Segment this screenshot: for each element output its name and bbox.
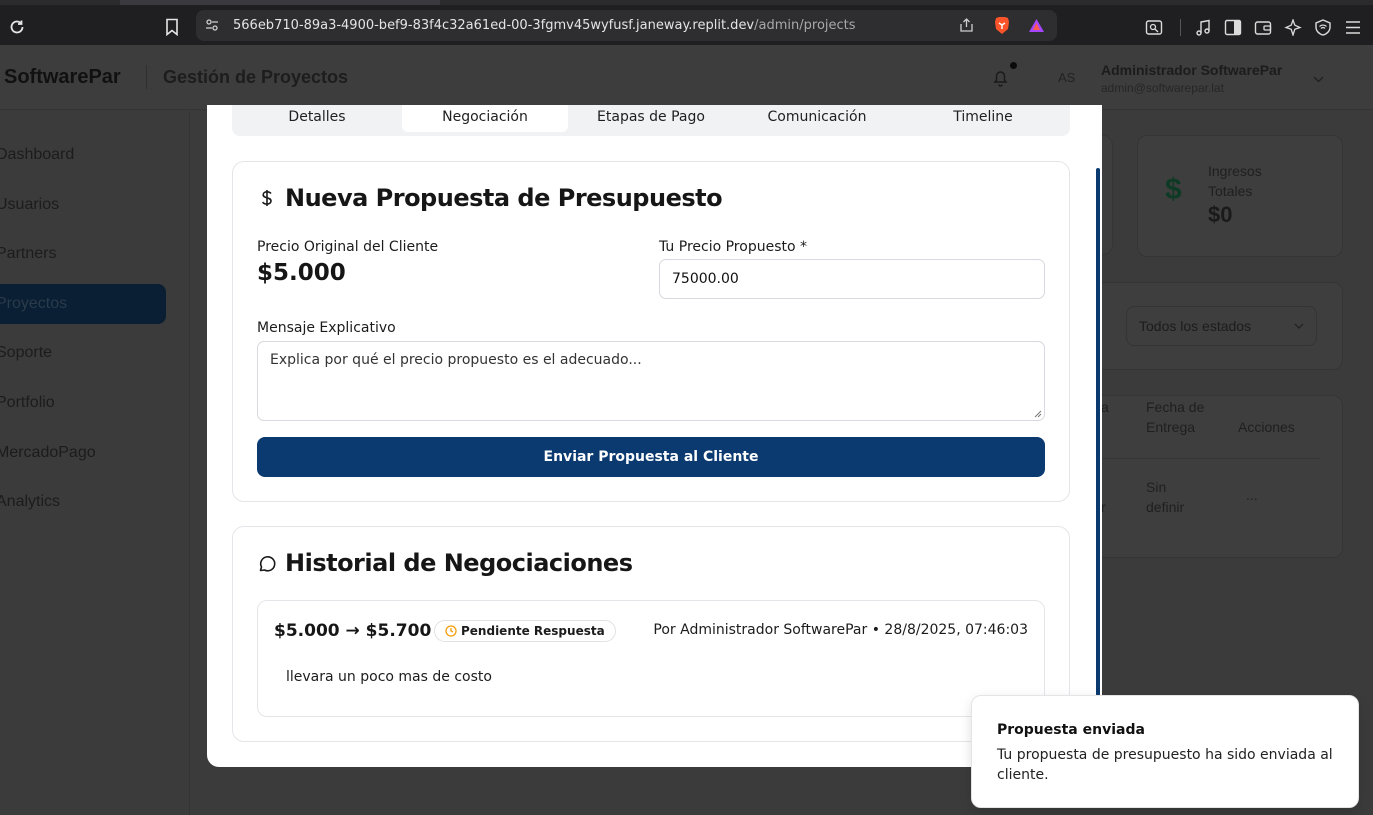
sidebar-item-partners[interactable]: Partners [0,234,166,274]
sidebar-icon[interactable] [1224,19,1242,36]
resize-handle-icon[interactable] [1034,410,1042,418]
url-path: /admin/projects [754,18,856,33]
address-bar[interactable]: 566eb710-89a3-4900-bef9-83f4c32a61ed-00-… [196,10,1057,41]
project-modal: Detalles Negociación Etapas de Pago Comu… [207,105,1102,767]
toast-title: Propuesta enviada [997,722,1145,738]
chevron-down-icon [1294,323,1304,329]
notification-dot [1010,62,1017,69]
ingresos-label: Ingresos Totales [1208,163,1262,199]
dollar-icon [261,190,272,206]
status-filter-value: Todos los estados [1139,318,1252,334]
vpn-icon[interactable] [1314,19,1332,36]
wallet-icon[interactable] [1254,19,1272,36]
header-divider [146,65,147,89]
page-title: Gestión de Proyectos [163,67,349,87]
sidebar-item-soporte[interactable]: Soporte [0,333,166,373]
modal-tabs: Detalles Negociación Etapas de Pago Comu… [232,105,1070,136]
history-price-change: $5.000 → $5.700 [274,621,432,641]
app-header: SoftwarePar Gestión de Proyectos AS Admi… [0,45,1373,110]
message-circle-icon [259,556,276,572]
history-message: llevara un poco mas de costo [286,669,492,685]
user-email: admin@softwarepar.lat [1101,81,1224,95]
site-settings-icon[interactable] [205,18,219,32]
table-header-acciones: Acciones [1238,419,1295,435]
proposal-title: Nueva Propuesta de Presupuesto [285,184,723,212]
dollar-icon: $ [1165,173,1182,206]
leo-ai-icon[interactable] [1284,18,1302,38]
browser-tab-indicator [120,0,440,5]
tab-timeline[interactable]: Timeline [900,105,1066,132]
original-price-value: $5.000 [257,260,346,286]
brave-shield-icon[interactable] [993,16,1011,35]
history-meta: Por Administrador SoftwarePar • 28/8/202… [653,622,1028,638]
status-filter-select[interactable]: Todos los estados [1126,306,1317,346]
sidebar-item-proyectos[interactable]: Proyectos [0,284,166,324]
proposed-price-input[interactable]: 75000.00 [659,259,1045,299]
toast-notification: Propuesta enviada Tu propuesta de presup… [971,695,1359,808]
share-icon[interactable] [959,18,974,33]
sidebar: Dashboard Usuarios Partners Proyectos So… [0,111,190,815]
browser-toolbar: 566eb710-89a3-4900-bef9-83f4c32a61ed-00-… [0,0,1373,45]
reload-icon[interactable] [8,18,26,36]
table-cell-fecha: Sin definir [1146,479,1185,515]
user-name[interactable]: Administrador SoftwarePar [1101,62,1282,78]
url-text: 566eb710-89a3-4900-bef9-83f4c32a61ed-00-… [233,18,856,33]
music-icon[interactable] [1194,19,1212,36]
brand-logo[interactable]: SoftwarePar [4,66,121,89]
projects-table-card [1090,395,1343,558]
modal-scrollbar[interactable] [1096,168,1100,696]
tab-comunicacion[interactable]: Comunicación [734,105,900,132]
status-badge-label: Pendiente Respuesta [461,624,605,638]
reader-mode-icon[interactable] [1145,19,1163,36]
message-textarea[interactable]: Explica por qué el precio propuesto es e… [257,341,1045,421]
original-price-label: Precio Original del Cliente [257,239,439,255]
toast-description: Tu propuesta de presupuesto ha sido envi… [997,747,1333,783]
brave-rewards-icon[interactable] [1028,18,1045,33]
url-host: 566eb710-89a3-4900-bef9-83f4c32a61ed-00-… [233,18,755,33]
sidebar-item-analytics[interactable]: Analytics [0,482,166,522]
tab-etapas-pago[interactable]: Etapas de Pago [568,105,734,132]
ingresos-value: $0 [1208,202,1233,227]
proposed-price-label: Tu Precio Propuesto * [659,239,807,255]
toolbar-divider [1180,19,1181,36]
chevron-down-icon[interactable] [1312,71,1325,83]
clock-icon [445,625,457,637]
proposal-panel: Nueva Propuesta de Presupuesto Precio Or… [232,161,1070,502]
send-proposal-button[interactable]: Enviar Propuesta al Cliente [257,437,1045,477]
menu-icon[interactable] [1344,19,1362,36]
tab-detalles[interactable]: Detalles [232,105,402,132]
message-placeholder: Explica por qué el precio propuesto es e… [270,352,642,368]
history-entry: $5.000 → $5.700 Pendiente Respuesta Por … [257,600,1045,717]
sidebar-item-mercadopago[interactable]: MercadoPago [0,433,166,473]
tab-negociacion[interactable]: Negociación [402,105,568,132]
bookmark-icon[interactable] [164,18,180,37]
message-label: Mensaje Explicativo [257,320,396,336]
sidebar-item-usuarios[interactable]: Usuarios [0,185,166,225]
history-panel: Historial de Negociaciones $5.000 → $5.7… [232,526,1070,742]
table-header-partial: a [1101,399,1109,415]
table-divider [1090,458,1320,459]
sidebar-item-portfolio[interactable]: Portfolio [0,383,166,423]
avatar[interactable]: AS [1058,70,1075,85]
table-header-fecha: Fecha de Entrega [1146,399,1205,435]
sidebar-item-dashboard[interactable]: Dashboard [0,135,166,175]
row-actions-button[interactable]: ... [1246,485,1258,505]
status-badge: Pendiente Respuesta [434,620,616,642]
bell-icon[interactable] [992,69,1009,87]
history-title: Historial de Negociaciones [285,549,633,577]
